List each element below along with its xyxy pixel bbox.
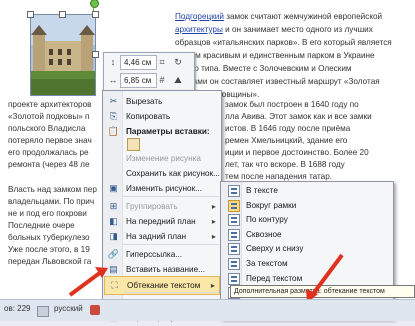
status-bar: ов: 229 русский	[0, 299, 415, 321]
proofing-icon[interactable]	[37, 306, 49, 317]
arrow-to-more-options-shaft	[311, 253, 344, 296]
language-indicator[interactable]: русский	[54, 304, 83, 313]
annotation-arrows	[68, 253, 344, 303]
word-count[interactable]: ов: 229	[4, 304, 31, 313]
macro-record-icon[interactable]	[90, 305, 100, 315]
arrow-to-wrap-menu-shaft	[68, 270, 103, 297]
